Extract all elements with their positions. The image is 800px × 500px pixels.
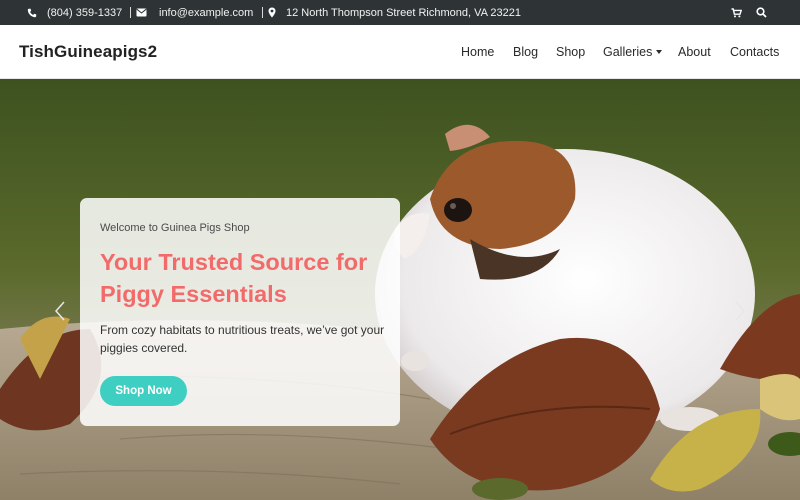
nav-shop[interactable]: Shop xyxy=(556,25,585,79)
hero-title: Your Trusted Source for Piggy Essentials xyxy=(100,249,368,307)
map-marker-icon xyxy=(265,6,278,19)
separator xyxy=(262,7,263,18)
phone-number[interactable]: (804) 359-1337 xyxy=(47,0,122,25)
phone-icon xyxy=(25,6,38,19)
search-icon[interactable] xyxy=(755,6,768,19)
hero-kicker: Welcome to Guinea Pigs Shop xyxy=(100,222,250,234)
brand-logo[interactable]: TishGuineapigs2 xyxy=(19,25,157,79)
site-header: TishGuineapigs2 Home Blog Shop Galleries… xyxy=(0,25,800,79)
shop-now-button[interactable]: Shop Now xyxy=(100,376,187,406)
separator xyxy=(130,7,131,18)
nav-home[interactable]: Home xyxy=(461,25,494,79)
hero-slider: Welcome to Guinea Pigs Shop Your Trusted… xyxy=(0,79,800,500)
hero-card: Welcome to Guinea Pigs Shop Your Trusted… xyxy=(80,198,400,426)
nav-contacts[interactable]: Contacts xyxy=(730,25,779,79)
caret-down-icon xyxy=(656,50,663,54)
slider-next-arrow[interactable] xyxy=(730,299,750,323)
nav-blog[interactable]: Blog xyxy=(513,25,538,79)
envelope-icon xyxy=(135,6,148,19)
hero-description: From cozy habitats to nutritious treats,… xyxy=(100,323,385,355)
cart-icon[interactable] xyxy=(730,6,743,19)
top-info-bar: (804) 359-1337 info@example.com 12 North… xyxy=(0,0,800,25)
nav-about[interactable]: About xyxy=(678,25,711,79)
nav-galleries-label: Galleries xyxy=(603,45,653,59)
email-link[interactable]: info@example.com xyxy=(159,0,253,25)
slider-prev-arrow[interactable] xyxy=(50,299,70,323)
nav-galleries[interactable]: Galleries xyxy=(603,25,663,79)
address-text: 12 North Thompson Street Richmond, VA 23… xyxy=(286,6,522,19)
